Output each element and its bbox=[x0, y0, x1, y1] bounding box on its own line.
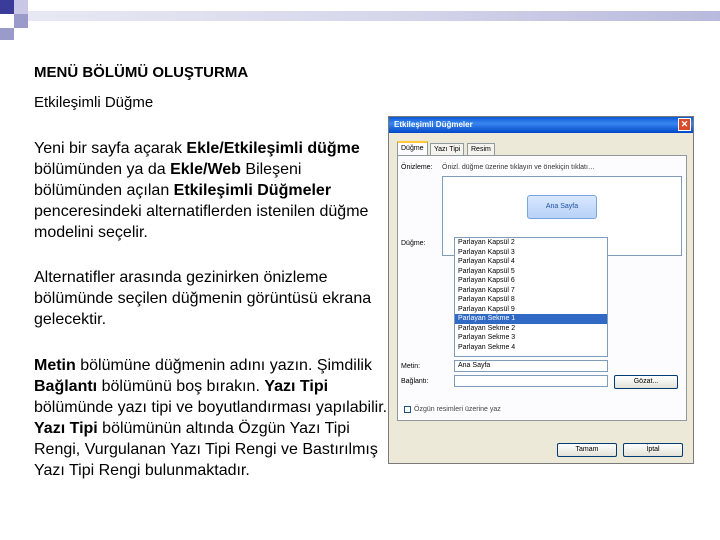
decor-square-dark bbox=[0, 0, 14, 14]
preview-label: Önizleme: bbox=[401, 164, 433, 171]
paragraph-3: Metin bölümüne düğmenin adını yazın. Şim… bbox=[34, 355, 389, 481]
para3-segment: bölümünü boş bırakın. bbox=[97, 378, 265, 395]
para1-segment: Ekle/Web bbox=[170, 161, 241, 178]
list-item[interactable]: Parlayan Sekme 3 bbox=[455, 333, 607, 343]
para1-segment: penceresindeki alternatiflerden istenile… bbox=[34, 203, 369, 241]
list-item[interactable]: Parlayan Kapsül 9 bbox=[455, 305, 607, 315]
dialog-titlebar: Etkileşimli Düğmeler ✕ bbox=[389, 117, 693, 133]
decor-square-white bbox=[0, 14, 14, 28]
paragraph-2: Alternatifler arasında gezinirken önizle… bbox=[34, 267, 389, 330]
text-label: Metin: bbox=[401, 363, 421, 370]
interactive-buttons-dialog: Etkileşimli Düğmeler ✕ Düğme Yazı Tipi R… bbox=[388, 116, 694, 464]
list-item[interactable]: Parlayan Kapsül 5 bbox=[455, 267, 607, 277]
tab-yazi-tipi[interactable]: Yazı Tipi bbox=[430, 143, 465, 155]
ok-button[interactable]: Tamam bbox=[557, 443, 617, 457]
list-item[interactable]: Parlayan Kapsül 3 bbox=[455, 248, 607, 258]
paragraph-1: Yeni bir sayfa açarak Ekle/Etkileşimli d… bbox=[34, 138, 389, 243]
para3-segment: bölümünde yazı tipi ve boyutlandırması y… bbox=[34, 399, 388, 416]
dialog-panel: Önizleme: Önizl. düğme üzerine tıklayın … bbox=[397, 155, 687, 421]
overwrite-images-checkbox[interactable] bbox=[404, 406, 411, 413]
list-item[interactable]: Parlayan Sekme 2 bbox=[455, 324, 607, 334]
dialog-title: Etkileşimli Düğmeler bbox=[394, 120, 473, 129]
cancel-button[interactable]: İptal bbox=[623, 443, 683, 457]
decor-top-bar bbox=[28, 11, 720, 21]
decor-square-lower bbox=[0, 28, 14, 40]
list-item[interactable]: Parlayan Kapsül 7 bbox=[455, 286, 607, 296]
decor-square-mid bbox=[14, 14, 28, 28]
list-item[interactable]: Parlayan Kapsül 2 bbox=[455, 238, 607, 248]
preview-button[interactable]: Ana Sayfa bbox=[527, 195, 597, 219]
para1-segment: Ekle/Etkileşimli düğme bbox=[186, 140, 360, 157]
tab-resim[interactable]: Resim bbox=[467, 143, 495, 155]
page-title: MENÜ BÖLÜMÜ OLUŞTURMA bbox=[34, 64, 249, 81]
preview-hint: Önizl. düğme üzerine tıklayın ve önekiçi… bbox=[442, 164, 595, 171]
para3-segment: bölümüne düğmenin adını yazın. Şimdilik bbox=[75, 357, 372, 374]
decor-square-light bbox=[14, 0, 28, 14]
browse-button[interactable]: Gözat... bbox=[614, 375, 678, 389]
tab-dugme[interactable]: Düğme bbox=[397, 141, 428, 155]
list-item[interactable]: Parlayan Sekme 1 bbox=[455, 314, 607, 324]
link-input[interactable] bbox=[454, 375, 608, 387]
para3-segment: Bağlantı bbox=[34, 378, 98, 395]
para1-segment: Yeni bir sayfa açarak bbox=[34, 140, 187, 157]
list-item[interactable]: Parlayan Kapsül 8 bbox=[455, 295, 607, 305]
link-label: Bağlantı: bbox=[401, 378, 429, 385]
para1-segment: Etkileşimli Düğmeler bbox=[173, 182, 332, 199]
section-subtitle: Etkileşimli Düğme bbox=[34, 94, 154, 111]
para2-segment: Alternatifler arasında gezinirken önizle… bbox=[34, 269, 372, 328]
list-item[interactable]: Parlayan Kapsül 4 bbox=[455, 257, 607, 267]
close-icon[interactable]: ✕ bbox=[678, 118, 691, 131]
button-list-label: Düğme: bbox=[401, 240, 426, 247]
para3-segment: Yazı Tipi bbox=[34, 420, 98, 437]
para3-segment: Yazı Tipi bbox=[264, 378, 329, 395]
para3-segment: Metin bbox=[34, 357, 76, 374]
overwrite-images-label: Özgün resimleri üzerine yaz bbox=[414, 406, 501, 413]
text-input[interactable]: Ana Sayfa bbox=[454, 360, 608, 372]
button-style-list[interactable]: Parlayan Kapsül 2 Parlayan Kapsül 3 Parlay… bbox=[454, 237, 608, 357]
list-item[interactable]: Parlayan Kapsül 6 bbox=[455, 276, 607, 286]
para1-segment: bölümünden ya da bbox=[34, 161, 171, 178]
list-item[interactable]: Parlayan Sekme 4 bbox=[455, 343, 607, 353]
